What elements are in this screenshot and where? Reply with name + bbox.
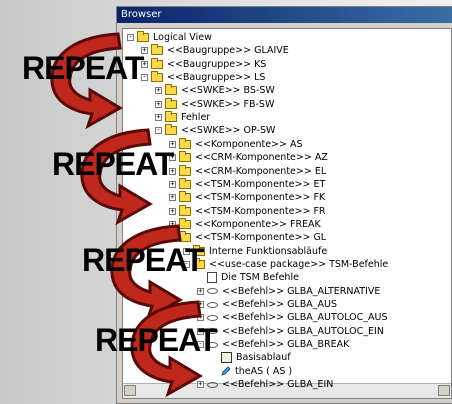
tree-row-label: <<SWKE>> OP-SW xyxy=(181,125,276,137)
tree-row[interactable]: + <<TSM-Komponente>> FK xyxy=(169,191,325,204)
tree-row[interactable]: Basisablauf xyxy=(211,351,291,364)
collapse-toggle[interactable]: - xyxy=(155,127,162,135)
tree-row[interactable]: - Interne Funktionsabläufe xyxy=(183,244,328,258)
tree-row[interactable]: + <<Befehl>> GLBA_AUTOLOC_EIN xyxy=(197,325,384,338)
expand-toggle[interactable]: + xyxy=(197,381,204,389)
tree-row-label: <<Komponente>> AS xyxy=(195,138,303,150)
tree-row-label: <<Befehl>> GLBA_BREAK xyxy=(222,339,350,351)
expand-toggle[interactable]: + xyxy=(169,194,176,202)
tree-row[interactable]: + <<TSM-Komponente>> ET xyxy=(169,177,326,191)
tree-row[interactable]: + <<Komponente>> AS xyxy=(169,137,303,151)
tree-row[interactable]: + <<CRM-Komponente>> AZ xyxy=(169,151,328,164)
instance-icon xyxy=(221,366,231,376)
tree-row[interactable]: + <<SWKE>> FB-SW xyxy=(155,97,275,111)
tree-row[interactable]: + <<Befehl>> GLBA_AUTOLOC_AUS xyxy=(197,311,388,324)
tree-row-label: <<Baugruppe>> GLAIVE xyxy=(167,45,289,57)
use-case-icon xyxy=(207,314,218,321)
folder-icon xyxy=(165,84,177,96)
folder-icon xyxy=(179,204,191,216)
tree-row-label: Basisablauf xyxy=(236,352,291,364)
folder-icon xyxy=(137,31,149,42)
tree-row[interactable]: - Logical View xyxy=(127,31,212,44)
tree-row-label: <<CRM-Komponente>> EL xyxy=(195,165,327,177)
tree-row[interactable]: - <<SWKE>> OP-SW xyxy=(155,124,275,137)
folder-icon xyxy=(179,231,191,243)
tree-row-label: Interne Funktionsabläufe xyxy=(209,245,328,257)
expand-toggle[interactable]: + xyxy=(169,207,176,215)
tree-row[interactable]: - <<Befehl>> GLBA_BREAK xyxy=(197,338,349,351)
expand-toggle[interactable]: + xyxy=(155,87,162,95)
tree-row[interactable]: - <<use-case package>> TSM-Befehle xyxy=(183,257,389,271)
document-icon xyxy=(207,272,217,284)
scroll-right-button[interactable] xyxy=(438,385,450,396)
tree-row-label: <<SWKE>> FB-SW xyxy=(181,98,275,110)
tree-row[interactable]: + <<SWKE>> BS-SW xyxy=(155,84,275,97)
window-title: Browser xyxy=(117,7,452,23)
folder-icon xyxy=(151,57,163,69)
tree-row-label: Fehler xyxy=(181,112,211,124)
tree-row-label: <<TSM-Komponente>> FK xyxy=(195,192,326,204)
collapse-toggle[interactable]: - xyxy=(127,34,134,41)
tree-row[interactable]: - <<Baugruppe>> LS xyxy=(141,71,265,84)
tree-row[interactable]: + <<Baugruppe>> GLAIVE xyxy=(141,44,289,57)
tree-row-label: <<Baugruppe>> LS xyxy=(167,72,266,84)
expand-toggle[interactable]: + xyxy=(197,314,204,322)
folder-icon xyxy=(151,44,163,56)
tree-row[interactable]: + <<Befehl>> GLBA_EIN xyxy=(197,378,333,391)
tree-row-label: <<TSM-Komponente>> GL xyxy=(195,232,327,244)
folder-icon xyxy=(179,177,191,189)
repeat-label: REPEAT xyxy=(82,242,204,278)
tree-row-label: <<Befehl>> GLBA_AUTOLOC_EIN xyxy=(222,325,384,337)
folder-icon xyxy=(151,71,163,83)
folder-icon xyxy=(179,191,191,203)
repeat-label: REPEAT xyxy=(22,50,144,86)
scroll-left-button[interactable] xyxy=(124,385,136,396)
folder-icon xyxy=(179,217,191,229)
tree-row-label: <<Befehl>> GLBA_EIN xyxy=(222,379,334,391)
folder-icon xyxy=(179,164,191,176)
use-case-icon xyxy=(207,288,218,295)
tree-row-label: <<Befehl>> GLBA_AUS xyxy=(222,299,337,310)
expand-toggle[interactable]: + xyxy=(155,114,162,122)
repeat-label: REPEAT xyxy=(95,322,217,358)
folder-icon xyxy=(165,97,177,109)
collapse-toggle[interactable]: - xyxy=(169,234,176,242)
tree-row-label: <<Baugruppe>> KS xyxy=(167,58,267,70)
expand-toggle[interactable]: + xyxy=(197,287,204,295)
expand-toggle[interactable]: + xyxy=(169,220,176,228)
tree-row-label: Die TSM Befehle xyxy=(221,272,299,284)
use-case-icon xyxy=(207,381,218,388)
tree-row-label: <<use-case package>> TSM-Befehle xyxy=(209,258,389,270)
tree-row[interactable]: + <<Baugruppe>> KS xyxy=(141,57,267,71)
tree-row-label: <<Befehl>> GLBA_AUTOLOC_AUS xyxy=(222,312,388,324)
tree-row-label: <<TSM-Komponente>> FR xyxy=(195,205,326,217)
tree-row-label: <<Komponente>> FREAK xyxy=(195,218,321,230)
tree-row[interactable]: + <<Komponente>> FREAK xyxy=(169,217,321,231)
folder-icon xyxy=(179,137,191,149)
folder-icon xyxy=(165,111,177,123)
tree-row-label: <<Befehl>> GLBA_ALTERNATIVE xyxy=(222,285,381,297)
diagram-icon xyxy=(221,352,232,364)
tree-row[interactable]: + <<Befehl>> GLBA_ALTERNATIVE xyxy=(197,285,380,298)
tree-row-label: <<SWKE>> BS-SW xyxy=(181,85,275,97)
tree-row[interactable]: theAS ( AS ) xyxy=(211,365,292,378)
tree-row-label: <<TSM-Komponente>> ET xyxy=(195,178,326,190)
folder-icon xyxy=(179,151,191,163)
tree-row-label: theAS ( AS ) xyxy=(235,365,293,377)
repeat-label: REPEAT xyxy=(52,146,174,182)
use-case-icon xyxy=(207,301,218,308)
tree-row[interactable]: + <<Befehl>> GLBA_AUS xyxy=(197,298,337,311)
tree-row[interactable]: + <<TSM-Komponente>> FR xyxy=(169,204,326,218)
expand-toggle[interactable]: + xyxy=(197,301,204,308)
tree-row[interactable]: Die TSM Befehle xyxy=(197,271,299,284)
tree-row[interactable]: + Fehler xyxy=(155,111,210,124)
tree-row-label: <<CRM-Komponente>> AZ xyxy=(195,152,328,164)
folder-icon xyxy=(165,124,177,136)
expand-toggle[interactable]: + xyxy=(155,100,162,108)
tree-row[interactable]: + <<CRM-Komponente>> EL xyxy=(169,164,327,178)
tree-row-label: Logical View xyxy=(153,32,212,43)
